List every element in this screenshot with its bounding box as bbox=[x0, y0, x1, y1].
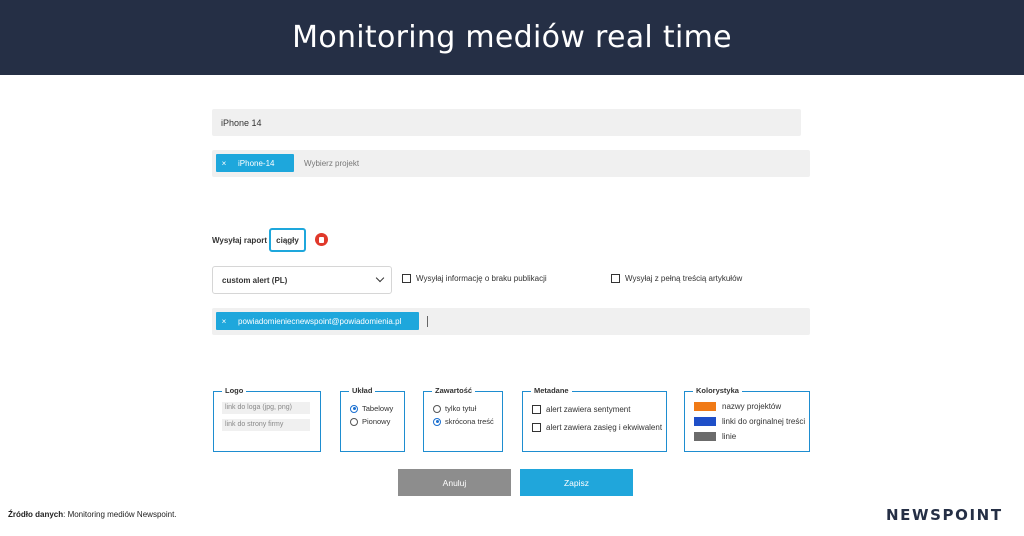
content-option-label: tylko tytuł bbox=[445, 404, 477, 413]
layout-legend: Układ bbox=[349, 386, 376, 395]
cancel-button[interactable]: Anuluj bbox=[398, 469, 511, 496]
metadata-panel: Metadane alert zawiera sentyment alert z… bbox=[522, 386, 667, 452]
layout-option-vertical[interactable]: Pionowy bbox=[350, 417, 390, 426]
close-icon[interactable]: × bbox=[216, 317, 232, 326]
sentiment-checkbox[interactable]: alert zawiera sentyment bbox=[532, 405, 630, 414]
chevron-down-icon bbox=[375, 273, 385, 283]
source-label: Źródło danych bbox=[8, 510, 64, 519]
radio-selected-icon bbox=[433, 417, 441, 426]
layout-option-label: Pionowy bbox=[362, 417, 391, 426]
checkbox-icon bbox=[532, 423, 541, 432]
radio-icon bbox=[433, 404, 441, 413]
close-icon[interactable]: × bbox=[216, 159, 232, 168]
colors-panel: Kolorystyka nazwy projektów linki do org… bbox=[684, 386, 810, 452]
content-panel: Zawartość tylko tytuł skrócona treść bbox=[423, 386, 503, 452]
content-legend: Zawartość bbox=[432, 386, 476, 395]
save-button[interactable]: Zapisz bbox=[520, 469, 633, 496]
radio-icon bbox=[350, 417, 358, 426]
layout-panel: Układ Tabelowy Pionowy bbox=[340, 386, 405, 452]
project-select-field[interactable] bbox=[212, 150, 810, 177]
source-text: : Monitoring mediów Newspoint. bbox=[63, 510, 177, 519]
trash-icon[interactable] bbox=[315, 233, 328, 246]
alert-type-value: custom alert (PL) bbox=[222, 276, 288, 285]
checkbox-icon bbox=[532, 405, 541, 414]
full-content-label: Wysyłaj z pełną treścią artykułów bbox=[625, 274, 743, 283]
radio-selected-icon bbox=[350, 404, 358, 413]
layout-option-table[interactable]: Tabelowy bbox=[350, 404, 393, 413]
alert-type-select[interactable]: custom alert (PL) bbox=[212, 266, 392, 294]
company-link-input[interactable]: link do strony firmy bbox=[222, 419, 310, 431]
email-chip-label: powiadomieniecnewspoint@powiadomienia.pl bbox=[238, 316, 402, 326]
project-chip[interactable]: × iPhone-14 bbox=[216, 154, 294, 172]
no-publication-label: Wysyłaj informację o braku publikacji bbox=[416, 274, 547, 283]
sentiment-label: alert zawiera sentyment bbox=[546, 405, 631, 414]
project-placeholder: Wybierz projekt bbox=[304, 159, 360, 168]
report-label: Wysyłaj raport bbox=[212, 236, 267, 245]
no-publication-checkbox[interactable]: Wysyłaj informację o braku publikacji bbox=[402, 274, 547, 283]
color-label: linie bbox=[722, 432, 737, 441]
project-chip-label: iPhone-14 bbox=[238, 158, 275, 168]
newspoint-logo: NEWSPOINT bbox=[886, 506, 1003, 524]
email-chip[interactable]: × powiadomieniecnewspoint@powiadomienia.… bbox=[216, 312, 419, 330]
page-title: Monitoring mediów real time bbox=[292, 20, 732, 55]
reach-checkbox[interactable]: alert zawiera zasięg i ekwiwalent bbox=[532, 423, 662, 432]
text-cursor bbox=[427, 316, 428, 327]
checkbox-icon bbox=[402, 274, 411, 283]
color-swatch[interactable] bbox=[694, 402, 716, 411]
color-label: nazwy projektów bbox=[722, 402, 782, 411]
color-project-names[interactable]: nazwy projektów bbox=[694, 402, 781, 411]
alert-name-input[interactable]: iPhone 14 bbox=[212, 109, 801, 136]
color-links[interactable]: linki do orginalnej treści bbox=[694, 417, 805, 426]
logo-panel: Logo link do loga (jpg, png) link do str… bbox=[213, 386, 321, 452]
full-content-checkbox[interactable]: Wysyłaj z pełną treścią artykułów bbox=[611, 274, 742, 283]
colors-legend: Kolorystyka bbox=[693, 386, 742, 395]
report-frequency-button[interactable]: ciągły bbox=[269, 228, 306, 252]
header-banner: Monitoring mediów real time bbox=[0, 0, 1024, 75]
checkbox-icon bbox=[611, 274, 620, 283]
logo-link-input[interactable]: link do loga (jpg, png) bbox=[222, 402, 310, 414]
data-source-note: Źródło danych: Monitoring mediów Newspoi… bbox=[8, 510, 177, 519]
color-label: linki do orginalnej treści bbox=[722, 417, 806, 426]
content-option-short[interactable]: skrócona treść bbox=[433, 417, 494, 426]
content-option-label: skrócona treść bbox=[445, 417, 494, 426]
color-swatch[interactable] bbox=[694, 417, 716, 426]
logo-legend: Logo bbox=[222, 386, 247, 395]
content-option-title-only[interactable]: tylko tytuł bbox=[433, 404, 476, 413]
color-swatch[interactable] bbox=[694, 432, 716, 441]
layout-option-label: Tabelowy bbox=[362, 404, 394, 413]
metadata-legend: Metadane bbox=[531, 386, 572, 395]
color-lines[interactable]: linie bbox=[694, 432, 736, 441]
reach-label: alert zawiera zasięg i ekwiwalent bbox=[546, 423, 663, 432]
